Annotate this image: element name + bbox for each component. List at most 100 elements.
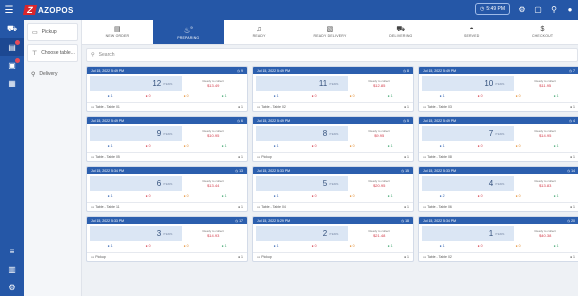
nav-rail: ⛟ ▤ ▣ ▦ ≡ ▥ ⚙ — [0, 20, 24, 296]
order-date: Jul 15, 2022 5:49 PM — [91, 68, 125, 73]
status-count-new: ● 1 — [273, 194, 279, 198]
order-card-footer: ▭ Table - Table 01 ● 1 — [87, 102, 247, 111]
user-icon[interactable]: ● — [566, 5, 574, 14]
table-icon: ⊤ — [32, 50, 38, 57]
order-amount: $11.95 — [539, 83, 552, 88]
brand-mark: Z — [22, 5, 38, 15]
choose-table-option[interactable]: ⊤ Choose table... — [27, 44, 78, 62]
order-date: Jul 15, 2022 5:33 PM — [91, 218, 125, 223]
order-number: 14 — [571, 168, 575, 173]
order-card[interactable]: Jul 15, 2022 5:33 PM ◷ 17 3 ITEMS Ready to c… — [86, 216, 248, 262]
list-icon[interactable]: ≡ — [0, 242, 24, 260]
order-id: ◷ 14 — [567, 168, 575, 173]
order-date: Jul 15, 2022 5:49 PM — [257, 68, 291, 73]
pickup-label: Pickup — [41, 29, 57, 35]
tab-served[interactable]: ◓ SERVED — [436, 20, 507, 44]
order-amount: $13.44 — [207, 183, 220, 188]
status-count-new: ● 1 — [439, 244, 445, 248]
order-card-header: Jul 15, 2022 5:34 PM ◷ 13 — [87, 167, 247, 174]
search-bar[interactable]: ⚲ Search — [86, 48, 578, 62]
order-number: 4 — [573, 118, 575, 123]
menu-icon[interactable]: ☰ — [0, 0, 18, 20]
alert-icon[interactable]: ▣ — [0, 56, 24, 74]
top-bar: ☰ Z AZOPOS ◷ 5:49 PM ⚙ ▢ ⚲ ● — [0, 0, 578, 20]
status-count-cancel: ● 0 — [477, 144, 483, 148]
item-count-box: 3 ITEMS — [90, 226, 183, 241]
order-id: ◷ 18 — [401, 218, 409, 223]
order-type: ▭ Table - Table 01 — [91, 105, 120, 109]
item-count-box: 7 ITEMS — [422, 126, 515, 141]
order-card[interactable]: Jul 15, 2022 5:49 PM ◷ 4 7 ITEMS Ready to co… — [418, 116, 578, 162]
order-card[interactable]: Jul 15, 2022 5:33 PM ◷ 14 4 ITEMS Ready to c… — [418, 166, 578, 212]
order-card[interactable]: Jul 15, 2022 5:34 PM ◷ 13 6 ITEMS Ready to c… — [86, 166, 248, 212]
order-card-footer: ▭ Table - Table 06 ● 1 — [419, 202, 578, 211]
item-status-counts: ● 1 ● 0 ● 0 ● 1 — [87, 94, 247, 98]
tab-label: READY — [252, 34, 266, 38]
item-count-box: 9 ITEMS — [90, 126, 183, 141]
bell-icon: ♫ — [256, 26, 262, 33]
order-card[interactable]: Jul 15, 2022 5:49 PM ◷ 7 10 ITEMS Ready to c… — [418, 66, 578, 112]
settings-icon[interactable]: ⚙ — [0, 278, 24, 296]
order-number: 5 — [407, 118, 409, 123]
report-icon[interactable]: ▥ — [0, 260, 24, 278]
order-number: 18 — [405, 218, 409, 223]
status-count-cooking: ● 0 — [349, 244, 355, 248]
item-count-box: 1 ITEMS — [422, 226, 515, 241]
order-type: ▭ Table - Table 03 — [423, 105, 452, 109]
status-count-cooking: ● 0 — [349, 94, 355, 98]
order-id: ◷ 9 — [237, 68, 243, 73]
order-card[interactable]: Jul 15, 2022 5:49 PM ◷ 9 12 ITEMS Ready to c… — [86, 66, 248, 112]
tab-ready-delivery[interactable]: ▧ READY DELIVERY — [295, 20, 366, 44]
item-count: 1 — [488, 229, 494, 238]
order-id: ◷ 17 — [235, 218, 243, 223]
order-number: 15 — [405, 168, 409, 173]
order-number: 6 — [241, 118, 243, 123]
tab-delivering[interactable]: ⛟ DELIVERING — [365, 20, 436, 44]
cart-icon[interactable]: ⛟ — [0, 20, 24, 38]
status-count-cancel: ● 0 — [477, 94, 483, 98]
delivery-option[interactable]: ⚲ Delivery — [27, 65, 78, 83]
item-count-box: 6 ITEMS — [90, 176, 183, 191]
item-count-box: 12 ITEMS — [90, 76, 183, 91]
order-card-header: Jul 15, 2022 5:49 PM ◷ 8 — [253, 67, 413, 74]
item-unit: ITEMS — [495, 231, 505, 236]
status-count-new: ● 1 — [273, 94, 279, 98]
item-status-counts: ● 1 ● 0 ● 0 ● 1 — [419, 144, 578, 148]
tab-new-order[interactable]: ▤ NEW ORDER — [82, 20, 153, 44]
order-card[interactable]: Jul 15, 2022 5:49 PM ◷ 6 9 ITEMS Ready to co… — [86, 116, 248, 162]
order-card-footer: ▭ Table - Table 03 ● 1 — [419, 102, 578, 111]
status-count-cooking: ● 0 — [183, 94, 189, 98]
order-card[interactable]: Jul 15, 2022 5:49 PM ◷ 8 11 ITEMS Ready to c… — [252, 66, 414, 112]
order-card-footer: ▭ Pickup ● 1 — [253, 152, 413, 161]
status-count-cancel: ● 0 — [145, 244, 151, 248]
gear-icon[interactable]: ⚙ — [518, 5, 526, 14]
guest-count: ● 1 — [569, 155, 575, 159]
window-icon[interactable]: ▢ — [534, 5, 542, 14]
order-date: Jul 15, 2022 5:49 PM — [91, 118, 125, 123]
tab-ready[interactable]: ♫ READY — [224, 20, 295, 44]
order-number: 13 — [239, 168, 243, 173]
calendar-icon[interactable]: ▦ — [0, 74, 24, 92]
tab-checkout[interactable]: $ CHECKOUT — [507, 20, 578, 44]
guest-count: ● 1 — [237, 205, 243, 209]
order-card[interactable]: Jul 15, 2022 5:49 PM ◷ 5 8 ITEMS Ready to co… — [252, 116, 414, 162]
orders-icon[interactable]: ▤ — [0, 38, 24, 56]
guest-count: ● 1 — [569, 255, 575, 259]
guest-count: ● 1 — [403, 255, 409, 259]
status-count-new: ● 1 — [439, 94, 445, 98]
item-status-counts: ● 1 ● 0 ● 0 ● 1 — [419, 94, 578, 98]
status-count-done: ● 1 — [387, 194, 393, 198]
order-card[interactable]: Jul 15, 2022 5:29 PM ◷ 18 2 ITEMS Ready to c… — [252, 216, 414, 262]
item-count: 11 — [318, 79, 328, 88]
order-card[interactable]: Jul 15, 2022 5:34 PM ◷ 20 1 ITEMS Ready to c… — [418, 216, 578, 262]
clock-display: ◷ 5:49 PM — [475, 3, 510, 15]
guest-count: ● 1 — [237, 105, 243, 109]
order-card[interactable]: Jul 15, 2022 5:33 PM ◷ 15 5 ITEMS Ready to c… — [252, 166, 414, 212]
amount-box: Ready to collect $13.83 — [514, 176, 576, 191]
location-icon[interactable]: ⚲ — [550, 5, 558, 14]
pickup-option[interactable]: ▭ Pickup — [27, 23, 78, 41]
order-card-footer: ▭ Table - Table 02 ● 1 — [419, 252, 578, 261]
order-card-footer: ▭ Table - Table 02 ● 1 — [253, 102, 413, 111]
order-amount: $21.48 — [373, 233, 386, 238]
tab-preparing[interactable]: ♨9 PREPARING — [152, 20, 224, 44]
